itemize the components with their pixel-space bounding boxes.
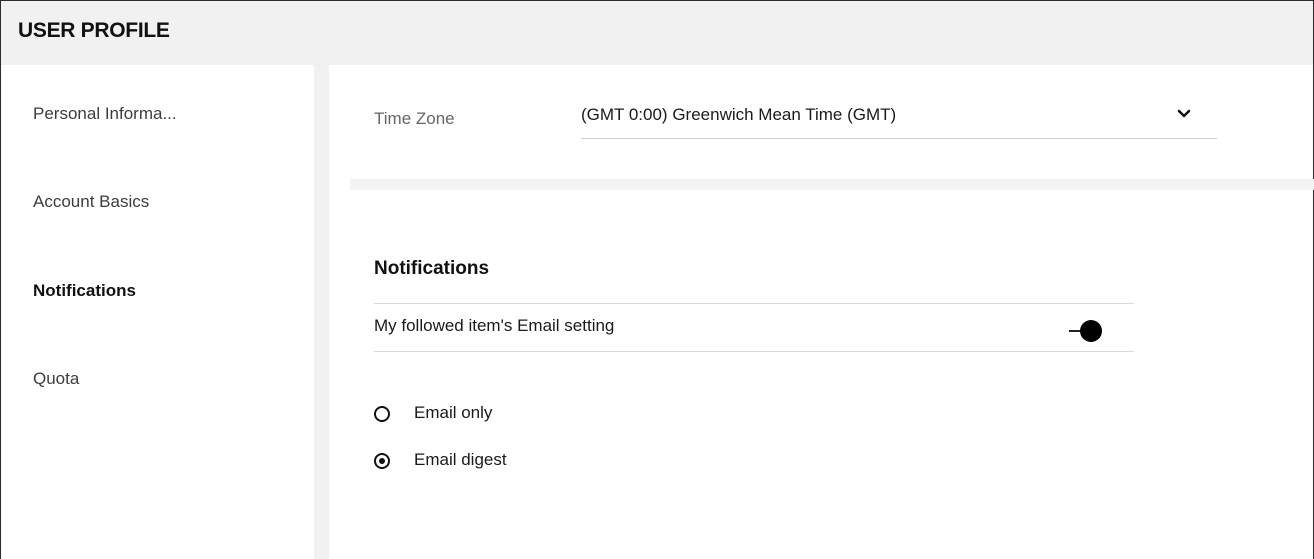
section-divider (350, 179, 1314, 190)
sidebar-item-account-basics[interactable]: Account Basics (33, 192, 149, 212)
sidebar-item-personal-information[interactable]: Personal Informa... (33, 104, 177, 124)
sidebar-item-quota[interactable]: Quota (33, 369, 79, 389)
timezone-select[interactable]: (GMT 0:00) Greenwich Mean Time (GMT) (581, 94, 1217, 139)
timezone-value: (GMT 0:00) Greenwich Mean Time (GMT) (581, 105, 897, 124)
sidebar-divider (314, 65, 329, 559)
followed-item-email-setting-label: My followed item's Email setting (374, 316, 615, 335)
followed-item-email-toggle[interactable] (1069, 319, 1103, 343)
email-digest-label: Email digest (414, 450, 507, 469)
row-divider (374, 351, 1134, 352)
row-divider (374, 303, 1134, 304)
timezone-label: Time Zone (374, 109, 455, 128)
notifications-heading: Notifications (374, 258, 490, 279)
toggle-knob (1080, 320, 1102, 342)
sidebar-item-notifications[interactable]: Notifications (33, 281, 136, 301)
main-content (329, 65, 1313, 559)
radio-checked-icon (374, 453, 390, 469)
chevron-down-icon (1177, 109, 1191, 118)
page-header: USER PROFILE (1, 1, 1313, 65)
email-only-label: Email only (414, 403, 493, 422)
radio-unchecked-icon (374, 406, 390, 422)
sidebar (1, 65, 314, 559)
page-title: USER PROFILE (18, 19, 170, 42)
